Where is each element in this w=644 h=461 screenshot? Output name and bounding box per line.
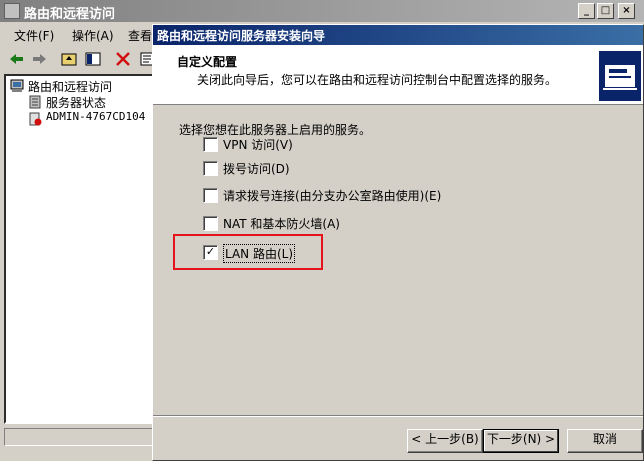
menu-view[interactable]: 查看 — [128, 27, 152, 44]
demand-dial-label[interactable]: 请求拨号连接(由分支办公室路由使用)(E) — [223, 187, 441, 204]
menubar: 文件(F) 操作(A) 查看 — [0, 24, 160, 46]
vpn-label[interactable]: VPN 访问(V) — [223, 136, 293, 153]
back-arrow-icon[interactable] — [8, 50, 30, 70]
setup-wizard-dialog: 路由和远程访问服务器安装向导 自定义配置 关闭此向导后，您可以在路由和远程访问控… — [152, 24, 644, 461]
wizard-header: 自定义配置 关闭此向导后，您可以在路由和远程访问控制台中配置选择的服务。 — [153, 45, 643, 105]
network-wizard-icon — [599, 51, 641, 101]
nat-checkbox[interactable] — [203, 216, 218, 231]
maximize-button[interactable]: □ — [597, 3, 614, 19]
next-button[interactable]: 下一步(N) > — [483, 429, 559, 453]
forward-arrow-icon[interactable] — [30, 50, 52, 70]
tree-item-server[interactable]: ADMIN-4767CD104 ( — [46, 110, 159, 123]
menu-action[interactable]: 操作(A) — [72, 27, 114, 44]
tree-root-label[interactable]: 路由和远程访问 — [28, 78, 112, 95]
main-titlebar[interactable]: 路由和远程访问 _ □ × — [0, 0, 644, 22]
status-bar — [4, 428, 154, 446]
wizard-step-subtitle: 关闭此向导后，您可以在路由和远程访问控制台中配置选择的服务。 — [197, 73, 558, 87]
dialup-checkbox[interactable] — [203, 161, 218, 176]
wizard-step-title: 自定义配置 — [177, 55, 238, 69]
wizard-title: 路由和远程访问服务器安装向导 — [157, 29, 326, 43]
highlight-annotation — [173, 234, 323, 270]
server-status-icon — [28, 95, 42, 109]
close-button[interactable]: × — [618, 3, 635, 19]
menu-file[interactable]: 文件(F) — [14, 27, 54, 44]
main-window-title: 路由和远程访问 — [24, 7, 116, 22]
nat-label[interactable]: NAT 和基本防火墙(A) — [223, 215, 340, 232]
routing-root-icon — [10, 79, 24, 93]
dialup-label[interactable]: 拨号访问(D) — [223, 160, 290, 177]
toolbar — [0, 48, 160, 72]
console-tree[interactable]: 路由和远程访问 服务器状态 ADMIN-4767CD104 ( — [4, 74, 159, 424]
cancel-button[interactable]: 取消 — [567, 429, 643, 453]
back-button[interactable]: < 上一步(B) — [407, 429, 483, 453]
vpn-checkbox[interactable] — [203, 137, 218, 152]
wizard-titlebar[interactable]: 路由和远程访问服务器安装向导 — [153, 25, 643, 45]
footer-divider — [153, 415, 643, 417]
tree-item-server-status[interactable]: 服务器状态 — [46, 94, 106, 111]
delete-icon[interactable] — [114, 50, 136, 70]
demand-dial-checkbox[interactable] — [203, 188, 218, 203]
minimize-button[interactable]: _ — [578, 3, 595, 19]
routing-app-icon — [4, 3, 20, 19]
server-stopped-icon — [28, 112, 42, 126]
show-hide-tree-icon[interactable] — [84, 50, 106, 70]
up-folder-icon[interactable] — [60, 50, 82, 70]
